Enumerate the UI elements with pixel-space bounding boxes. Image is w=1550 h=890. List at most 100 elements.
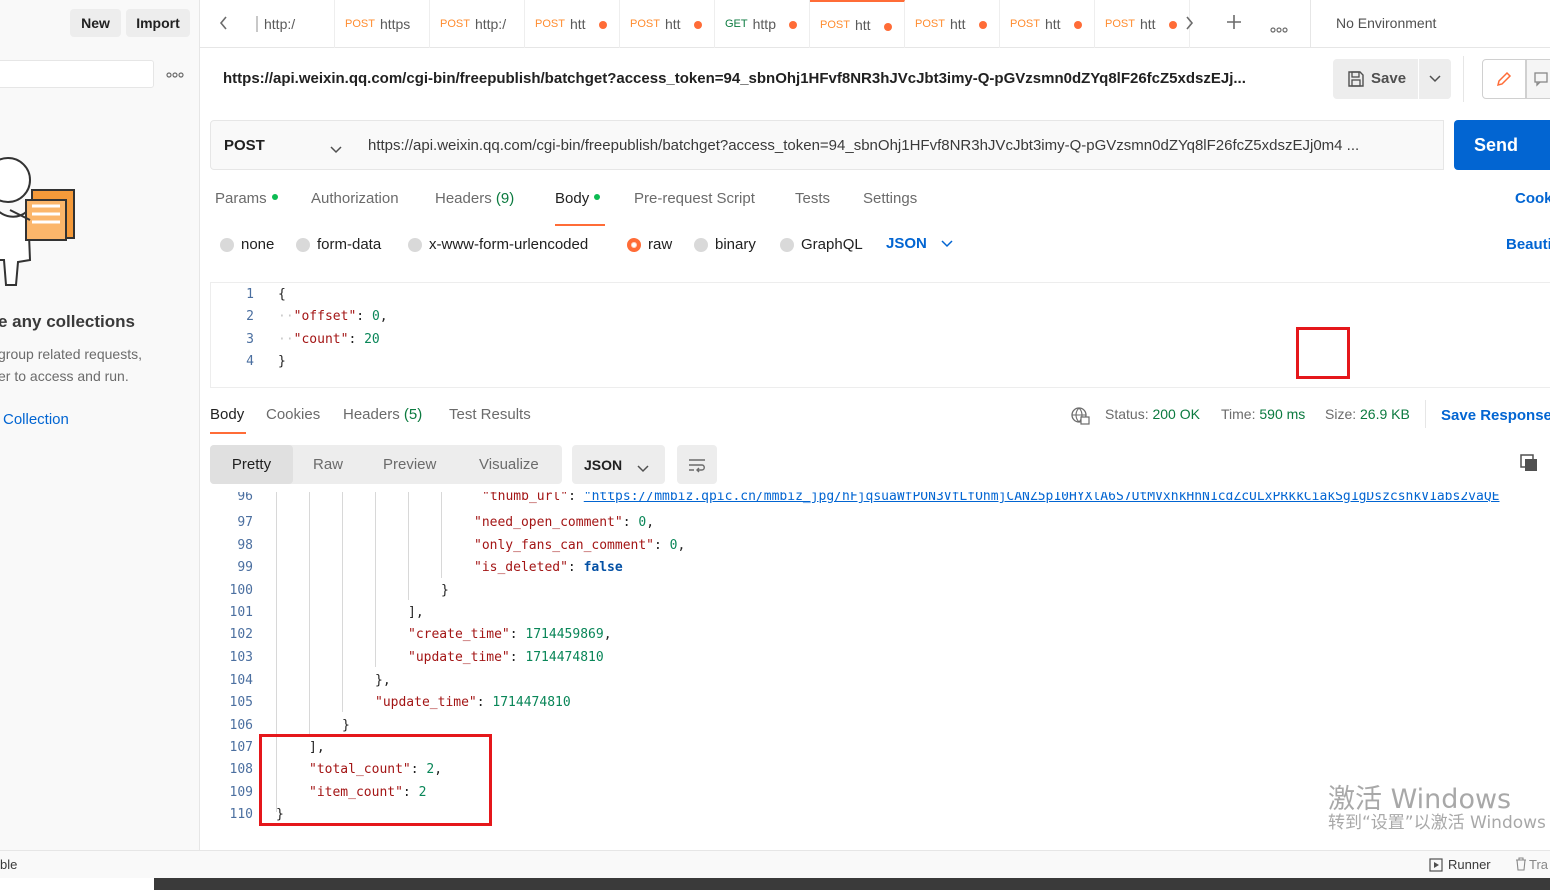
tab-params[interactable]: Params [215,190,278,207]
pretty-view-button[interactable]: Pretty [210,445,293,484]
radio-raw[interactable]: raw [627,236,672,253]
chevron-left-icon[interactable] [218,15,230,34]
response-tab-underline [210,432,246,434]
code-line: } [441,583,449,598]
beautify-link[interactable]: Beauti [1506,236,1550,253]
line-number: 3 [246,332,254,347]
radio-raw-label: raw [648,236,673,253]
request-tab[interactable]: GET http [715,0,810,48]
request-tab-bar: http:/ POST https POST http:/ POST htt POST htt G… [200,0,1550,48]
response-size: Size: 26.9 KB [1325,406,1410,422]
indent-guide [441,492,442,578]
trash-button[interactable]: Tra [1529,857,1548,872]
runner-play-icon [1429,858,1443,875]
body-format-select[interactable]: JSON [886,235,953,252]
code-line: "need_open_comment": 0, [474,515,655,530]
request-tab[interactable]: POST htt [1000,0,1095,48]
wrap-lines-icon[interactable] [677,445,717,484]
create-collection-link[interactable]: Collection [3,411,69,428]
tab-headers[interactable]: Headers (9) [435,190,514,207]
request-tab-method: POST [1010,18,1040,30]
tab-settings[interactable]: Settings [863,190,917,207]
send-button[interactable]: Send [1454,120,1550,170]
preview-view-button[interactable]: Preview [383,445,436,484]
save-response-button[interactable]: Save Response [1441,407,1550,424]
import-button[interactable]: Import [126,9,190,37]
more-horizontal-icon[interactable] [166,66,184,81]
radio-form-data[interactable]: form-data [296,236,381,253]
tab-body[interactable]: Body [555,190,601,207]
request-tab[interactable]: POST htt [525,0,620,48]
line-number: 99 [237,560,253,575]
copy-icon[interactable] [1519,453,1539,476]
edit-pencil-icon[interactable] [1482,59,1526,99]
response-tab-test-results[interactable]: Test Results [449,406,531,423]
visualize-view-button[interactable]: Visualize [479,445,539,484]
request-tab[interactable]: POST htt [905,0,1000,48]
chevron-right-icon[interactable] [1183,15,1195,34]
radio-binary-label: binary [715,236,756,253]
tabs-more-icon[interactable] [1270,20,1288,36]
sidebar: New Import e any collections group relat… [0,0,200,850]
status-value: 200 OK [1152,406,1200,422]
request-tab[interactable]: POST htt [810,0,905,48]
response-tab-cookies[interactable]: Cookies [266,406,320,423]
unsaved-dot [599,21,607,29]
tab-headers-count: (9) [495,190,515,207]
response-tab-headers[interactable]: Headers (5) [343,406,422,423]
code-line: ], [408,605,424,620]
new-button[interactable]: New [70,9,121,37]
request-tab[interactable]: http:/ [250,0,335,48]
code-line: "update_time": 1714474810 [408,650,604,665]
request-tab-label: htt [569,16,586,32]
request-tab[interactable]: POST htt [1095,0,1190,48]
environment-selector[interactable]: No Environment [1336,15,1436,31]
radio-urlencoded[interactable]: x-www-form-urlencoded [408,236,588,253]
request-tab[interactable]: POST http:/ [430,0,525,48]
line-number: 100 [229,583,253,598]
request-tab[interactable]: POST https [335,0,430,48]
response-tab-body[interactable]: Body [210,406,244,423]
tab-params-label: Params [215,190,267,207]
request-tab[interactable]: POST htt [620,0,715,48]
status-left-text: ble [0,857,18,872]
comments-icon[interactable] [1526,59,1550,99]
response-format-select[interactable]: JSON [572,445,665,484]
new-tab-plus-icon[interactable] [1225,13,1243,34]
tab-prerequest-script[interactable]: Pre-request Script [634,190,755,207]
method-select[interactable]: POST [210,120,355,170]
request-tab-method: POST [345,18,375,30]
line-number: 1 [246,287,254,302]
request-tab-label: https [379,16,411,32]
empty-collections-illustration [0,150,85,293]
sidebar-search-input[interactable] [0,60,154,88]
radio-binary[interactable]: binary [694,236,756,253]
radio-graphql[interactable]: GraphQL [780,236,863,253]
chevron-down-icon [941,235,953,252]
request-tab-label: http [752,16,776,32]
code-line: "is_deleted": false [474,560,623,575]
globe-network-icon[interactable] [1070,406,1090,429]
code-line: "create_time": 1714459869, [408,627,612,642]
code-line: "only_fans_can_comment": 0, [474,538,686,553]
cookies-link[interactable]: Cook [1515,190,1550,207]
indent-guide [375,492,376,667]
request-tab-method: POST [535,18,565,30]
radio-circle [220,237,234,252]
raw-view-button[interactable]: Raw [313,445,343,484]
request-tab-method: POST [440,18,470,30]
code-line: ··"count": 20 [278,332,380,347]
radio-none[interactable]: none [220,236,274,253]
tabbar-divider [1310,0,1311,48]
request-tab-label: htt [854,17,871,33]
size-value: 26.9 KB [1360,406,1410,422]
radio-urlencoded-label: x-www-form-urlencoded [429,236,589,253]
unsaved-dot [1074,21,1082,29]
runner-button[interactable]: Runner [1448,857,1491,872]
tab-authorization[interactable]: Authorization [311,190,399,207]
save-dropdown-chevron-icon[interactable] [1418,59,1451,99]
tab-tests[interactable]: Tests [795,190,830,207]
url-input[interactable]: https://api.weixin.qq.com/cgi-bin/freepu… [354,120,1444,170]
request-tab-label: http:/ [474,16,507,32]
status-bar: ble Runner Tra [0,850,1550,878]
